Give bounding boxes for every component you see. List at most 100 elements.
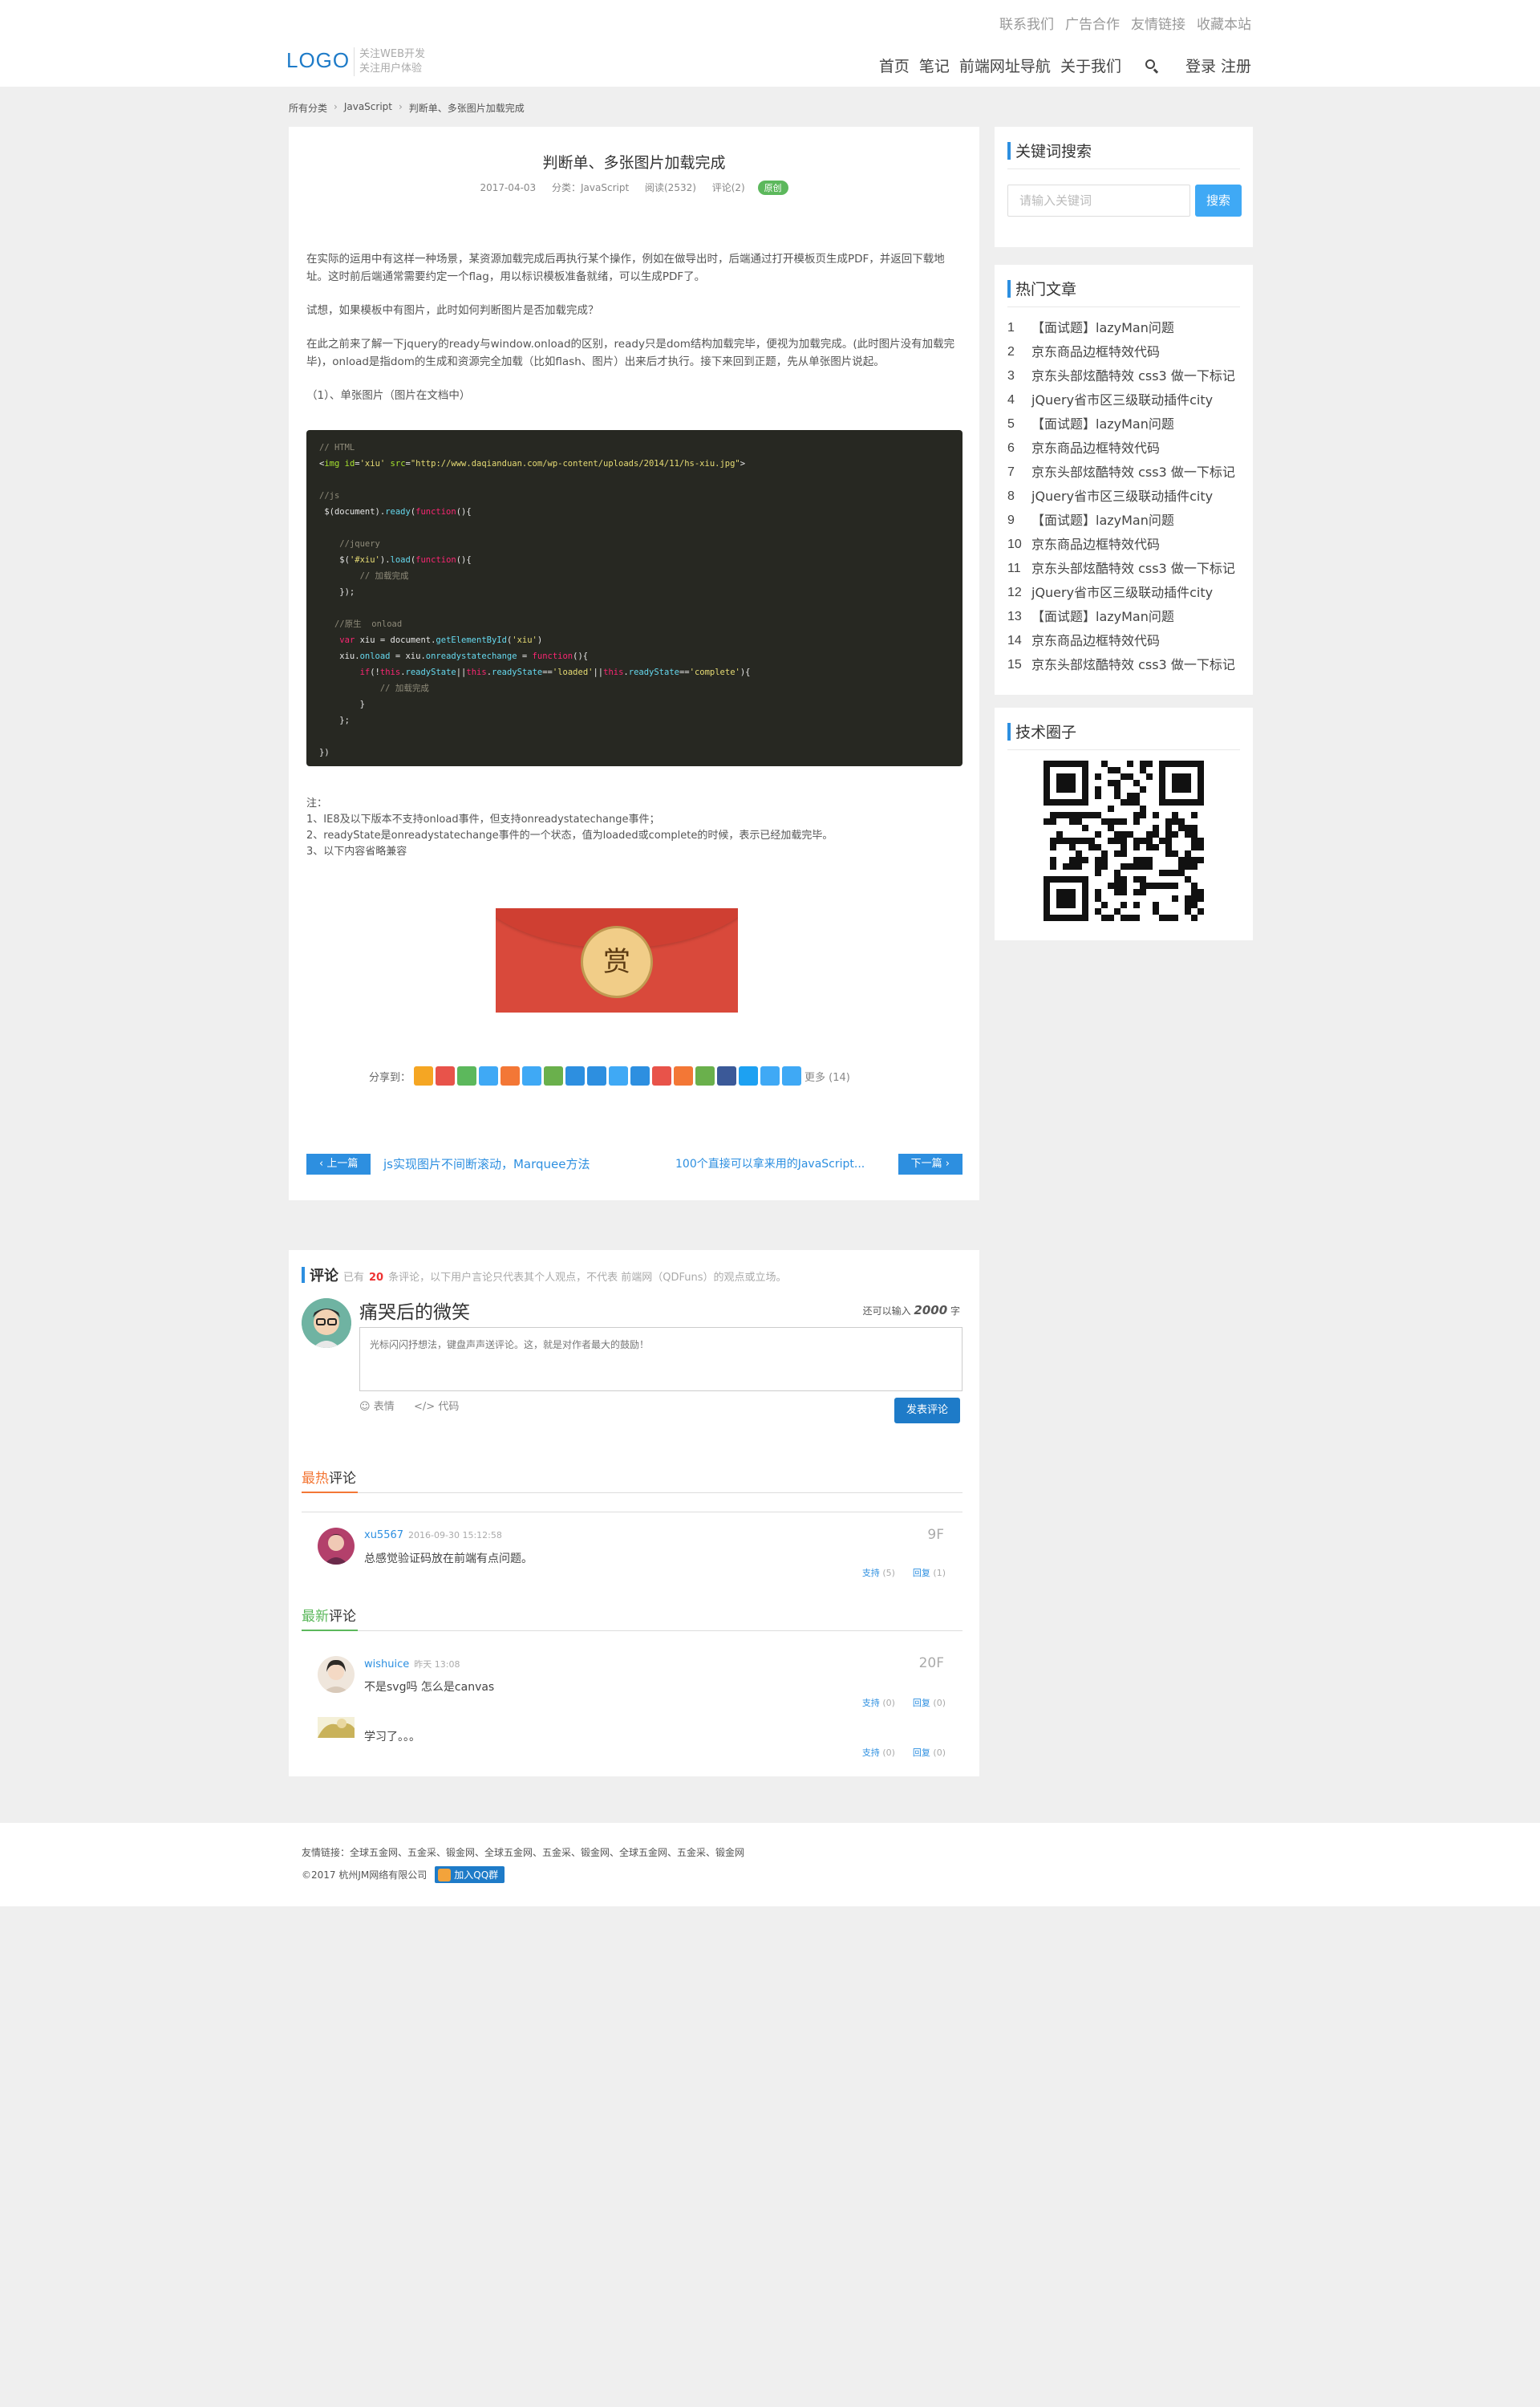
share-service-icon[interactable] — [760, 1066, 780, 1086]
breadcrumb-category[interactable]: JavaScript — [344, 101, 392, 115]
code-button[interactable]: </> 代码 — [414, 1398, 459, 1413]
top-links: 联系我们 广告合作 友情链接 收藏本站 — [999, 13, 1251, 33]
prev-article-button[interactable]: ‹ 上一篇 — [306, 1154, 371, 1175]
hot-article-item[interactable]: 8 jQuery省市区三级联动插件city — [1007, 485, 1245, 509]
comment-actions: 支持 (5) 回复 (1) — [862, 1566, 946, 1579]
comment-text: 学习了。。。 — [364, 1731, 420, 1743]
nav-frontend-links[interactable]: 前端网址导航 — [959, 55, 1051, 76]
hot-article-item[interactable]: 13 【面试题】lazyMan问题 — [1007, 605, 1245, 629]
new-rest: 评论 — [329, 1609, 356, 1625]
keyword-search-input[interactable]: 请输入关键词 — [1007, 185, 1190, 217]
hot-underline — [302, 1492, 358, 1493]
reply-button[interactable]: 回复 (0) — [913, 1696, 946, 1709]
share-service-icon[interactable] — [630, 1066, 650, 1086]
reply-count: (0) — [933, 1747, 946, 1758]
hot-article-item[interactable]: 15 京东头部炫酷特效 css3 做一下标记 — [1007, 653, 1245, 677]
comment-time: 2016-09-30 15:12:58 — [408, 1530, 502, 1540]
share-service-icon[interactable] — [652, 1066, 672, 1086]
share-service-icon[interactable] — [414, 1066, 434, 1086]
code-line: }); — [319, 587, 355, 597]
code-icon: </> — [414, 1401, 436, 1413]
hot-article-item[interactable]: 2 京东商品边框特效代码 — [1007, 340, 1245, 364]
comment-username[interactable]: xu5567 — [364, 1529, 403, 1541]
reply-button[interactable]: 回复 (0) — [913, 1746, 946, 1759]
share-service-icon[interactable] — [674, 1066, 694, 1086]
share-service-icon[interactable] — [479, 1066, 499, 1086]
share-service-icon[interactable] — [436, 1066, 456, 1086]
support-button[interactable]: 支持 (5) — [862, 1566, 895, 1579]
share-service-icon[interactable] — [544, 1066, 564, 1086]
login-register-link[interactable]: 登录 注册 — [1185, 55, 1251, 76]
share-service-icon[interactable] — [522, 1066, 542, 1086]
paragraph: 在实际的运用中有这样一种场景，某资源加载完成后再执行某个操作，例如在做导出时，后… — [306, 253, 945, 283]
share-more[interactable]: 更多 (14) — [804, 1069, 850, 1084]
reply-button[interactable]: 回复 (1) — [913, 1566, 946, 1579]
hot-articles-list: 1 【面试题】lazyMan问题 2 京东商品边框特效代码 3 京东头部炫酷特效 css3… — [1007, 316, 1245, 677]
hot-article-item[interactable]: 9 【面试题】lazyMan问题 — [1007, 509, 1245, 533]
hot-article-item[interactable]: 11 京东头部炫酷特效 css3 做一下标记 — [1007, 557, 1245, 581]
support-count: (0) — [882, 1747, 895, 1758]
support-button[interactable]: 支持 (0) — [862, 1746, 895, 1759]
share-service-icon[interactable] — [609, 1066, 629, 1086]
hot-article-item[interactable]: 7 京东头部炫酷特效 css3 做一下标记 — [1007, 461, 1245, 485]
search-icon[interactable] — [1144, 58, 1160, 74]
divider — [1007, 306, 1240, 307]
nav-home[interactable]: 首页 — [879, 55, 910, 76]
qq-button-label: 加入QQ群 — [454, 1869, 499, 1881]
top-link-friends[interactable]: 友情链接 — [1131, 13, 1185, 33]
prev-label: 上一篇 — [326, 1158, 359, 1170]
reward-coin-icon: 赏 — [581, 926, 653, 998]
share-service-icon[interactable] — [717, 1066, 737, 1086]
top-link-contact[interactable]: 联系我们 — [999, 13, 1054, 33]
support-button[interactable]: 支持 (0) — [862, 1696, 895, 1709]
emoji-button[interactable]: ☺ 表情 — [359, 1398, 395, 1413]
breadcrumb-all[interactable]: 所有分类 — [289, 101, 327, 115]
nav-about[interactable]: 关于我们 — [1060, 55, 1121, 76]
note-line: 1、IE8及以下版本不支持onload事件，但支持onreadystatecha… — [306, 814, 660, 826]
top-link-bookmark[interactable]: 收藏本站 — [1197, 13, 1251, 33]
share-label: 分享到： — [369, 1071, 411, 1084]
top-link-ads[interactable]: 广告合作 — [1065, 13, 1120, 33]
share-service-icon[interactable] — [457, 1066, 477, 1086]
article-category[interactable]: 分类：JavaScript — [552, 182, 629, 193]
hot-article-item[interactable]: 6 京东商品边框特效代码 — [1007, 436, 1245, 461]
hot-article-item[interactable]: 1 【面试题】lazyMan问题 — [1007, 316, 1245, 340]
share-service-icon[interactable] — [500, 1066, 521, 1086]
share-service-icon[interactable] — [587, 1066, 607, 1086]
comment-actions: 支持 (0) 回复 (0) — [862, 1696, 946, 1709]
tagline-line-1: 关注WEB开发 — [359, 48, 425, 60]
hot-article-title: 【面试题】lazyMan问题 — [1031, 513, 1174, 528]
share-service-icon[interactable] — [565, 1066, 586, 1086]
next-article-link[interactable]: 100个直接可以拿来用的JavaScript... — [675, 1154, 884, 1175]
submit-comment-button[interactable]: 发表评论 — [894, 1398, 960, 1423]
comment-time: 昨天 13:08 — [414, 1659, 460, 1670]
hot-article-item[interactable]: 10 京东商品边框特效代码 — [1007, 533, 1245, 557]
reward-button[interactable]: 赏 — [496, 908, 738, 1013]
share-service-icon[interactable] — [782, 1066, 802, 1086]
hot-article-item[interactable]: 3 京东头部炫酷特效 css3 做一下标记 — [1007, 364, 1245, 388]
tech-circle-widget: 技术圈子 — [995, 708, 1253, 940]
prev-article-link[interactable]: js实现图片不间断滚动，Marquee方法 — [383, 1154, 590, 1175]
hot-article-rank: 10 — [1007, 538, 1022, 551]
support-count: (5) — [882, 1568, 895, 1578]
nav-notes[interactable]: 笔记 — [919, 55, 950, 76]
hot-article-item[interactable]: 4 jQuery省市区三级联动插件city — [1007, 388, 1245, 412]
article-comment-count[interactable]: 评论(2) — [712, 182, 745, 193]
article-meta: 2017-04-03 分类：JavaScript 阅读(2532) 评论(2) … — [289, 181, 979, 195]
hot-article-item[interactable]: 12 jQuery省市区三级联动插件city — [1007, 581, 1245, 605]
join-qq-group-button[interactable]: 加入QQ群 — [435, 1866, 505, 1883]
comment-username[interactable]: wishuice — [364, 1658, 409, 1670]
friend-links[interactable]: 友情链接：全球五金网、五金采、锻金网、全球五金网、五金采、锻金网、全球五金网、五… — [302, 1845, 744, 1859]
keyword-search-button[interactable]: 搜索 — [1195, 185, 1242, 217]
site-logo[interactable]: LOGO — [286, 48, 350, 73]
next-article-button[interactable]: 下一篇 › — [898, 1154, 962, 1175]
article-date: 2017-04-03 — [480, 182, 537, 193]
comment-textarea[interactable]: 光标闪闪抒想法，键盘声声送评论。这，就是对作者最大的鼓励！ — [359, 1327, 962, 1391]
hot-article-item[interactable]: 5 【面试题】lazyMan问题 — [1007, 412, 1245, 436]
share-service-icon[interactable] — [695, 1066, 715, 1086]
breadcrumb-separator-icon: › — [398, 101, 403, 112]
hot-article-title: 京东头部炫酷特效 css3 做一下标记 — [1031, 465, 1235, 480]
hot-article-item[interactable]: 14 京东商品边框特效代码 — [1007, 629, 1245, 653]
share-service-icon[interactable] — [739, 1066, 759, 1086]
